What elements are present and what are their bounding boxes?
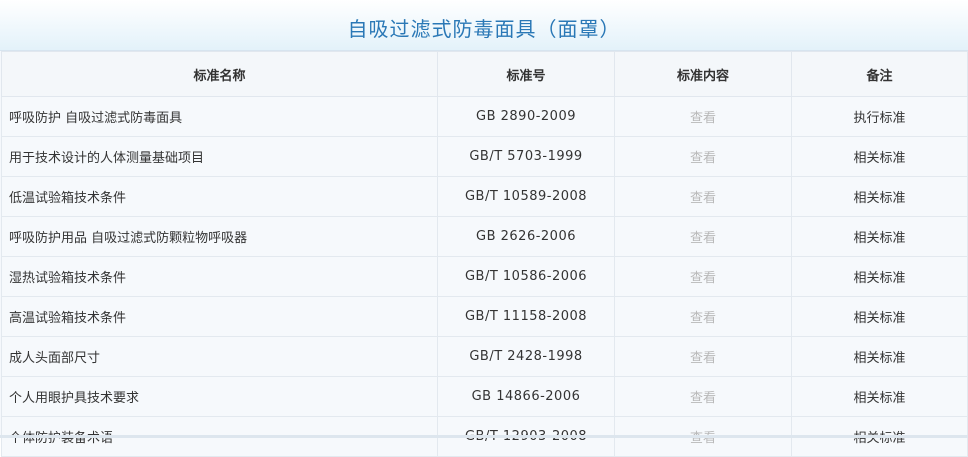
standard-code: GB/T 10586-2006 xyxy=(437,256,615,297)
column-header-name: 标准名称 xyxy=(1,51,438,97)
standard-code: GB 2890-2009 xyxy=(437,96,615,137)
standard-note: 相关标准 xyxy=(791,336,968,377)
standard-code: GB 2626-2006 xyxy=(437,216,615,257)
table-header-row: 标准名称 标准号 标准内容 备注 xyxy=(1,51,968,97)
standard-name: 个人用眼护具技术要求 xyxy=(1,376,438,417)
standard-code: GB/T 2428-1998 xyxy=(437,336,615,377)
table-row: 低温试验箱技术条件 GB/T 10589-2008 查看 相关标准 xyxy=(1,176,968,217)
standard-note: 相关标准 xyxy=(791,176,968,217)
column-header-note: 备注 xyxy=(791,51,968,97)
view-link[interactable]: 查看 xyxy=(614,216,792,257)
standard-name: 湿热试验箱技术条件 xyxy=(1,256,438,297)
column-header-content: 标准内容 xyxy=(614,51,792,97)
view-link[interactable]: 查看 xyxy=(614,376,792,417)
table-row: 呼吸防护用品 自吸过滤式防颗粒物呼吸器 GB 2626-2006 查看 相关标准 xyxy=(1,216,968,257)
standard-name: 高温试验箱技术条件 xyxy=(1,296,438,337)
view-link[interactable]: 查看 xyxy=(614,296,792,337)
standard-name: 用于技术设计的人体测量基础项目 xyxy=(1,136,438,177)
standard-note: 相关标准 xyxy=(791,376,968,417)
standard-note: 相关标准 xyxy=(791,136,968,177)
standards-panel: 自吸过滤式防毒面具（面罩） 标准名称 标准号 标准内容 备注 呼吸防护 自吸过滤… xyxy=(0,0,968,457)
standard-note: 相关标准 xyxy=(791,296,968,337)
standard-name: 低温试验箱技术条件 xyxy=(1,176,438,217)
standard-code: GB/T 10589-2008 xyxy=(437,176,615,217)
standard-name: 呼吸防护 自吸过滤式防毒面具 xyxy=(1,96,438,137)
standard-note: 相关标准 xyxy=(791,256,968,297)
standard-note: 执行标准 xyxy=(791,96,968,137)
table-row: 呼吸防护 自吸过滤式防毒面具 GB 2890-2009 查看 执行标准 xyxy=(1,96,968,137)
standard-code: GB/T 11158-2008 xyxy=(437,296,615,337)
view-link[interactable]: 查看 xyxy=(614,256,792,297)
page-title: 自吸过滤式防毒面具（面罩） xyxy=(0,0,968,51)
table-row: 用于技术设计的人体测量基础项目 GB/T 5703-1999 查看 相关标准 xyxy=(1,136,968,177)
table-row: 成人头面部尺寸 GB/T 2428-1998 查看 相关标准 xyxy=(1,336,968,377)
table-row: 湿热试验箱技术条件 GB/T 10586-2006 查看 相关标准 xyxy=(1,256,968,297)
view-link[interactable]: 查看 xyxy=(614,176,792,217)
view-link[interactable]: 查看 xyxy=(614,336,792,377)
table-row: 高温试验箱技术条件 GB/T 11158-2008 查看 相关标准 xyxy=(1,296,968,337)
column-header-code: 标准号 xyxy=(437,51,615,97)
standard-name: 成人头面部尺寸 xyxy=(1,336,438,377)
standard-code: GB 14866-2006 xyxy=(437,376,615,417)
standards-table: 标准名称 标准号 标准内容 备注 呼吸防护 自吸过滤式防毒面具 GB 2890-2… xyxy=(1,51,968,457)
standard-name: 呼吸防护用品 自吸过滤式防颗粒物呼吸器 xyxy=(1,216,438,257)
standard-note: 相关标准 xyxy=(791,216,968,257)
standard-code: GB/T 5703-1999 xyxy=(437,136,615,177)
table-row: 个人用眼护具技术要求 GB 14866-2006 查看 相关标准 xyxy=(1,376,968,417)
view-link[interactable]: 查看 xyxy=(614,136,792,177)
view-link[interactable]: 查看 xyxy=(614,96,792,137)
